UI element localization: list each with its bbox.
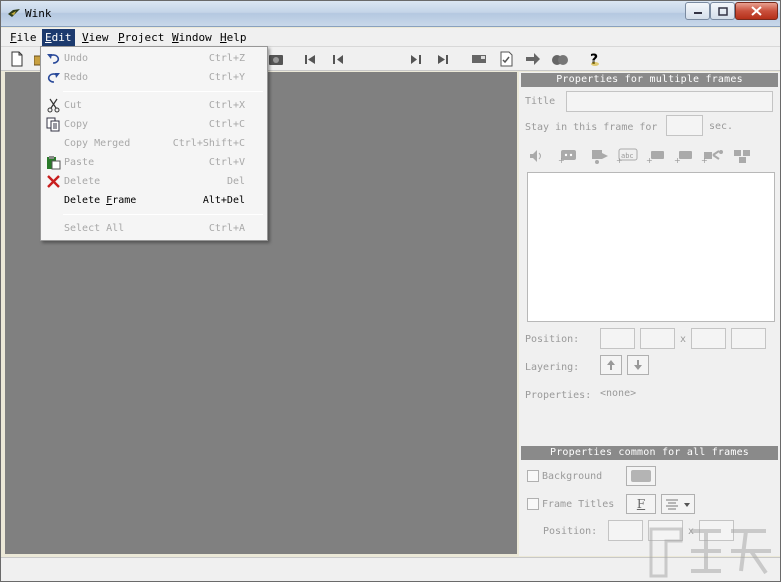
paste-icon (47, 156, 61, 170)
svg-text:+: + (674, 156, 681, 164)
render-icon[interactable] (551, 51, 569, 67)
menu-bar: File Edit View Project Window Help (1, 28, 780, 47)
properties-label: Properties: (525, 390, 592, 401)
svg-text:+: + (616, 156, 623, 164)
link-icon[interactable]: + (701, 148, 725, 164)
previous-frame-icon[interactable] (332, 51, 344, 67)
sound-icon[interactable] (527, 148, 545, 164)
title-input[interactable] (566, 91, 773, 112)
maximize-button[interactable] (710, 2, 735, 20)
menu-view[interactable]: View (79, 29, 112, 46)
svg-text:+: + (646, 156, 653, 164)
menu-file[interactable]: File (7, 29, 40, 46)
menu-item-delete-frame[interactable]: Delete Frame Alt+Del (43, 191, 265, 210)
delete-x-icon (47, 175, 60, 188)
text-box-icon[interactable]: abc+ (616, 148, 638, 164)
app-window: Wink File Edit View Project Window Help … (0, 0, 781, 582)
color-swatch-icon (631, 470, 651, 482)
alignment-dropdown[interactable] (661, 494, 695, 514)
title-label: Title (525, 96, 556, 107)
title-bar[interactable]: Wink (1, 1, 780, 27)
stay-in-frame-label: Stay in this frame for (525, 122, 658, 133)
edit-menu-dropdown: Undo Ctrl+Z Redo Ctrl+Y Cut Ctrl+X Copy Ctrl… (40, 46, 268, 241)
menu-edit[interactable]: Edit (42, 29, 75, 46)
menu-item-copy-merged[interactable]: Copy Merged Ctrl+Shift+C (43, 134, 265, 153)
window-title: Wink (25, 7, 52, 20)
checklist-icon[interactable] (499, 51, 513, 67)
close-icon (751, 6, 762, 16)
layer-down-button[interactable] (627, 355, 649, 375)
scissors-icon (47, 98, 60, 113)
menu-item-undo[interactable]: Undo Ctrl+Z (43, 49, 265, 68)
menu-project[interactable]: Project (115, 29, 167, 46)
background-checkbox[interactable] (527, 470, 539, 482)
camera-icon[interactable] (268, 51, 284, 67)
shape-icon[interactable]: + (646, 148, 666, 164)
objects-list[interactable] (527, 172, 775, 322)
properties-panel: Properties for multiple frames Title Sta… (519, 72, 780, 556)
menu-window[interactable]: Window (169, 29, 215, 46)
position-label: Position: (525, 334, 580, 345)
background-label: Background (542, 471, 603, 482)
position-y-input[interactable] (640, 328, 675, 349)
all-frames-properties-header: Properties common for all frames (521, 446, 778, 460)
frame-titles-position-label: Position: (543, 526, 598, 537)
arrow-up-icon (607, 360, 615, 370)
frame-properties-icon[interactable] (471, 51, 487, 67)
close-button[interactable] (735, 2, 778, 20)
minimize-button[interactable] (685, 2, 710, 20)
seconds-unit-label: sec. (709, 121, 734, 132)
minimize-icon (693, 12, 702, 14)
group-icon[interactable] (731, 148, 753, 164)
svg-text:abc: abc (621, 152, 634, 160)
menu-separator (63, 214, 263, 215)
maximize-icon (717, 6, 728, 16)
align-icon (666, 499, 690, 510)
layering-label: Layering: (525, 362, 580, 373)
first-frame-icon[interactable] (304, 51, 316, 67)
size-width-input[interactable] (691, 328, 726, 349)
callout-icon[interactable] (588, 148, 610, 164)
last-frame-icon[interactable] (437, 51, 449, 67)
button-icon[interactable]: + (558, 148, 578, 164)
stay-duration-input[interactable] (666, 115, 703, 136)
properties-value: <none> (600, 388, 637, 399)
menu-item-paste[interactable]: Paste Ctrl+V (43, 153, 265, 172)
menu-help[interactable]: Help (217, 29, 250, 46)
menu-separator (63, 91, 263, 92)
shape2-icon[interactable]: + (674, 148, 694, 164)
frame-titles-x-input[interactable] (608, 520, 643, 541)
undo-icon (47, 54, 60, 64)
svg-text:+: + (701, 156, 708, 164)
background-color-button[interactable] (626, 466, 656, 486)
font-button[interactable]: F (626, 494, 656, 514)
menu-item-select-all[interactable]: Select All Ctrl+A (43, 219, 265, 238)
frame-titles-checkbox[interactable] (527, 498, 539, 510)
help-icon[interactable]: ? (589, 51, 601, 67)
menu-item-redo[interactable]: Redo Ctrl+Y (43, 68, 265, 87)
next-frame-icon[interactable] (410, 51, 422, 67)
arrow-right-icon[interactable] (525, 51, 541, 67)
layer-up-button[interactable] (600, 355, 622, 375)
menu-item-delete[interactable]: Delete Del (43, 172, 265, 191)
position-separator: x (680, 334, 687, 345)
svg-text:+: + (558, 156, 565, 164)
frame-titles-label: Frame Titles (542, 499, 615, 510)
redo-icon (47, 73, 60, 83)
size-height-input[interactable] (731, 328, 766, 349)
menu-item-copy[interactable]: Copy Ctrl+C (43, 115, 265, 134)
wink-logo-icon (8, 9, 20, 17)
arrow-down-icon (634, 360, 642, 370)
new-file-icon[interactable] (11, 51, 23, 67)
copy-icon (46, 117, 60, 132)
menu-item-cut[interactable]: Cut Ctrl+X (43, 96, 265, 115)
watermark-logo (649, 527, 771, 578)
multi-frame-properties-header: Properties for multiple frames (521, 73, 778, 87)
position-x-input[interactable] (600, 328, 635, 349)
